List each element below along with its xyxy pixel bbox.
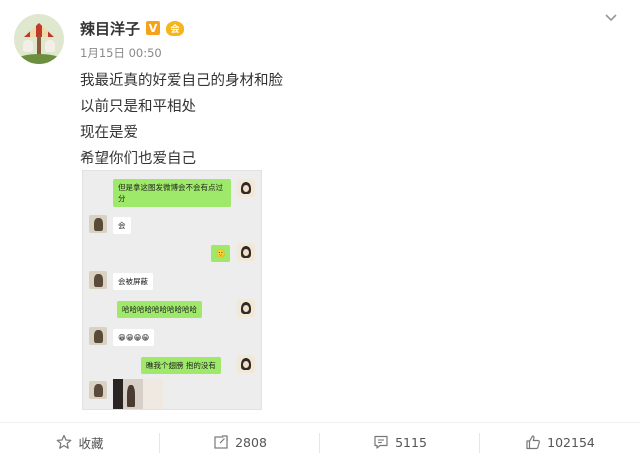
post-line: 现在是爱 bbox=[80, 125, 138, 141]
post-timestamp[interactable]: 1月15日 00:50 bbox=[80, 45, 162, 61]
chat-avatar bbox=[237, 243, 255, 261]
chat-avatar bbox=[89, 215, 107, 233]
comment-icon bbox=[374, 435, 388, 449]
chat-bubble: 🙂 bbox=[211, 245, 231, 262]
repost-count: 2808 bbox=[235, 434, 267, 450]
action-bar: 收藏 2808 5115 102154 bbox=[0, 422, 640, 461]
verified-badge-icon: V bbox=[146, 21, 161, 35]
chevron-down-icon[interactable] bbox=[604, 10, 618, 24]
chat-avatar bbox=[89, 271, 107, 289]
chat-avatar bbox=[237, 299, 255, 317]
favorite-button[interactable]: 收藏 bbox=[0, 423, 160, 461]
post-line: 我最近真的好爱自己的身材和脸 bbox=[80, 73, 283, 89]
post-text: 我最近真的好爱自己的身材和脸 以前只是和平相处 现在是爱 希望你们也爱自己 bbox=[80, 68, 283, 172]
chat-bubble: 会 bbox=[113, 217, 131, 234]
chat-avatar bbox=[237, 179, 255, 197]
post-line: 以前只是和平相处 bbox=[80, 99, 196, 115]
like-count: 102154 bbox=[547, 434, 595, 450]
chat-avatar bbox=[89, 327, 107, 345]
chat-bubble: 😁😁😁😁 bbox=[113, 329, 155, 346]
chat-avatar bbox=[89, 381, 107, 399]
carousel-roof bbox=[24, 23, 54, 37]
like-button[interactable]: 102154 bbox=[480, 423, 640, 461]
favorite-label: 收藏 bbox=[78, 435, 104, 451]
comment-count: 5115 bbox=[395, 434, 427, 450]
repost-button[interactable]: 2808 bbox=[160, 423, 320, 461]
chat-bubble: 瞧我个翅膀 抱的没有 bbox=[141, 357, 221, 374]
thumbs-up-icon bbox=[526, 435, 541, 450]
star-icon bbox=[57, 434, 72, 449]
chat-bubble: 会被屏蔽 bbox=[113, 273, 153, 290]
repost-icon bbox=[214, 435, 228, 449]
post-line: 希望你们也爱自己 bbox=[80, 151, 196, 167]
username[interactable]: 辣目洋子 bbox=[80, 18, 140, 39]
chat-bubble: 哈哈哈哈哈哈哈哈哈哈 bbox=[117, 301, 202, 318]
chat-avatar bbox=[237, 355, 255, 373]
comment-button[interactable]: 5115 bbox=[320, 423, 480, 461]
member-badge-icon: 会 bbox=[166, 20, 185, 36]
name-row: 辣目洋子 V 会 bbox=[80, 18, 185, 39]
chat-screenshot-image[interactable]: 但是拿这图发微博会不会有点过分 会 🙂 会被屏蔽 哈哈哈哈哈哈哈哈哈哈 😁😁😁😁… bbox=[82, 170, 262, 410]
user-avatar[interactable] bbox=[14, 14, 64, 64]
chat-photo bbox=[113, 379, 163, 409]
chat-bubble: 但是拿这图发微博会不会有点过分 bbox=[113, 179, 231, 207]
